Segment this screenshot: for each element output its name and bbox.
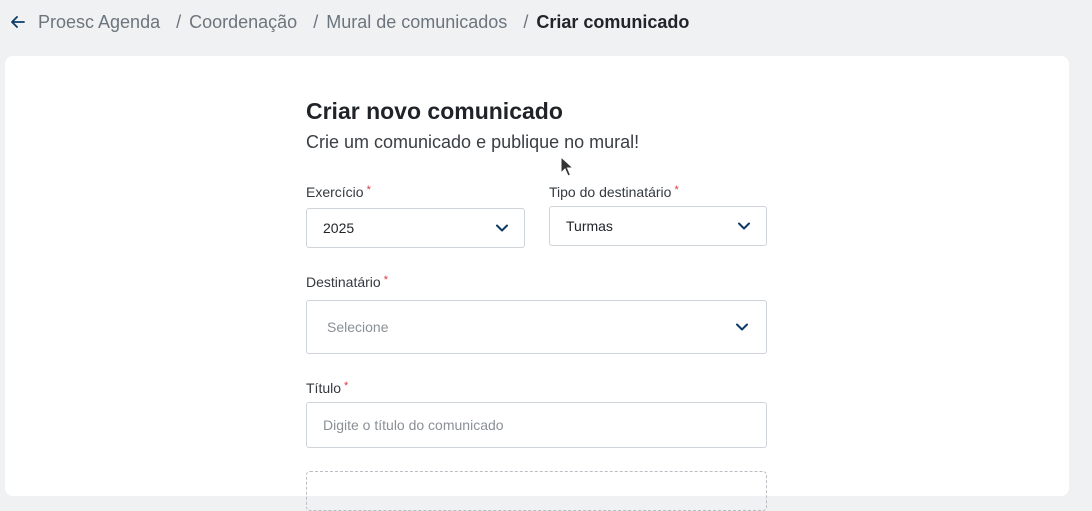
tipo-destinatario-select[interactable]: Turmas [549, 206, 767, 246]
required-mark: * [344, 380, 349, 392]
destinatario-label: Destinatário * [306, 274, 388, 290]
page-title: Criar novo comunicado [306, 98, 563, 124]
form-card: Criar novo comunicado Crie um comunicado… [5, 56, 1069, 511]
titulo-input[interactable] [306, 402, 767, 448]
tipo-destinatario-label: Tipo do destinatário * [549, 184, 679, 200]
titulo-label-text: Título [306, 380, 342, 396]
breadcrumb-item-mural[interactable]: Mural de comunicados [326, 12, 507, 33]
required-mark: * [674, 184, 679, 196]
breadcrumb: Proesc Agenda / Coordenação / Mural de c… [10, 10, 689, 34]
exercicio-label: Exercício * [306, 184, 371, 200]
page-subtitle: Crie um comunicado e publique no mural! [306, 132, 640, 152]
breadcrumb-item-proesc-agenda[interactable]: Proesc Agenda [38, 12, 160, 33]
required-mark: * [383, 274, 388, 286]
destinatario-select[interactable]: Selecione [306, 300, 767, 354]
tipo-destinatario-value: Turmas [566, 218, 613, 234]
required-mark: * [366, 184, 371, 196]
mouse-pointer-icon [560, 155, 575, 183]
destinatario-placeholder: Selecione [327, 319, 389, 335]
chevron-down-icon [496, 224, 508, 232]
chevron-down-icon [736, 323, 748, 331]
titulo-label: Título * [306, 380, 348, 396]
exercicio-label-text: Exercício [306, 184, 364, 200]
chevron-down-icon [738, 222, 750, 230]
arrow-left-icon[interactable] [10, 14, 26, 30]
breadcrumb-separator: / [176, 11, 182, 32]
tipo-destinatario-label-text: Tipo do destinatário [549, 184, 672, 200]
breadcrumb-separator: / [313, 11, 319, 32]
upload-dropzone[interactable] [306, 471, 767, 511]
exercicio-value: 2025 [323, 220, 355, 236]
breadcrumb-item-coordenacao[interactable]: Coordenação [189, 12, 297, 33]
exercicio-select[interactable]: 2025 [306, 208, 525, 248]
breadcrumb-current: Criar comunicado [536, 11, 690, 32]
breadcrumb-separator: / [523, 11, 529, 32]
destinatario-label-text: Destinatário [306, 274, 381, 290]
